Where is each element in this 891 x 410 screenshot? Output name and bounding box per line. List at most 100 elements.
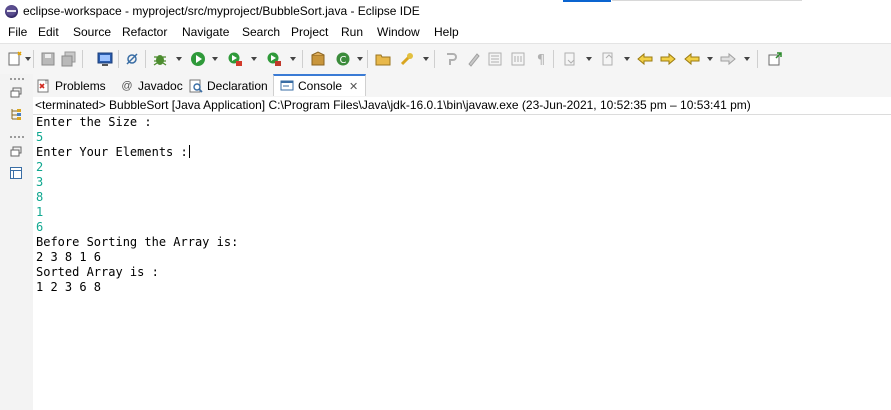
text-caret [188,145,190,158]
outline-view-icon[interactable] [9,166,23,180]
menu-refactor[interactable]: Refactor [122,25,167,39]
toolbar-separator [145,50,146,68]
skip-breakpoints-icon[interactable] [124,51,140,67]
console-input-line: 8 [36,190,44,204]
menu-help[interactable]: Help [434,25,459,39]
drag-handle[interactable] [10,78,24,80]
forward-icon[interactable] [720,51,736,67]
svg-text:C: C [340,55,347,66]
pin-editor-icon[interactable] [767,51,783,67]
forward-dropdown-icon[interactable] [744,57,750,61]
minimized-views-strip [0,74,34,410]
menu-search[interactable]: Search [242,25,280,39]
debug-dropdown-icon[interactable] [176,57,182,61]
drag-handle[interactable] [10,136,24,138]
highlight-icon[interactable] [466,51,482,67]
console-line: Enter the Size : [36,115,152,129]
process-status-text: <terminated> BubbleSort [Java Applicatio… [35,98,751,112]
svg-text:¶: ¶ [537,53,545,67]
toolbar-separator [118,50,119,68]
new-icon[interactable] [7,51,23,67]
external-tools-dropdown-icon[interactable] [290,57,296,61]
console-input-line: 6 [36,220,44,234]
console-input-line: 3 [36,175,44,189]
console-line: 1 2 3 6 8 [36,280,102,294]
console-icon [280,80,294,91]
tab-problems[interactable]: Problems [37,74,106,97]
toolbar-separator [553,50,554,68]
show-whitespace-icon[interactable] [510,51,526,67]
title-bar: eclipse-workspace - myproject/src/myproj… [0,0,891,22]
at-icon: @ [121,79,133,92]
menu-project[interactable]: Project [291,25,328,39]
console-line: Before Sorting the Array is: [36,235,239,249]
toolbar-separator [33,50,34,68]
new-class-dropdown-icon[interactable] [357,57,363,61]
restore-icon[interactable] [9,86,23,100]
eclipse-logo-icon [5,5,18,18]
tab-javadoc-label: Javadoc [138,78,183,93]
pilcrow-icon[interactable]: ¶ [533,51,549,67]
prev-annotation-icon[interactable] [600,51,616,67]
external-tools-icon[interactable] [266,51,282,67]
menu-bar: File Edit Source Refactor Navigate Searc… [0,22,891,43]
restore-icon[interactable] [9,145,23,159]
save-all-icon[interactable] [61,51,77,67]
coverage-dropdown-icon[interactable] [251,57,257,61]
window-chrome-line [612,0,802,1]
package-explorer-icon[interactable] [9,107,23,121]
debug-icon[interactable] [152,51,168,67]
menu-window[interactable]: Window [377,25,420,39]
console-line: Enter Your Elements : [36,145,190,160]
run-dropdown-icon[interactable] [212,57,218,61]
views-tab-bar: Problems @ Javadoc Declaration Console ✕ [33,74,891,98]
console-input-line: 1 [36,205,44,219]
tab-declaration[interactable]: Declaration [189,74,268,97]
search-dropdown-icon[interactable] [423,57,429,61]
toolbar-separator [434,50,435,68]
console-input-line: 5 [36,130,44,144]
prev-annotation-dropdown-icon[interactable] [624,57,630,61]
menu-source[interactable]: Source [73,25,111,39]
window-chrome-accent [563,0,611,2]
toolbar-separator [757,50,758,68]
toolbar-separator [302,50,303,68]
toolbar-separator [82,50,83,68]
menu-file[interactable]: File [8,25,27,39]
problems-icon [37,79,49,92]
next-annotation-dropdown-icon[interactable] [586,57,592,61]
run-icon[interactable] [190,51,206,67]
annotation-icon[interactable] [443,51,459,67]
console-status: <terminated> BubbleSort [Java Applicatio… [33,97,891,115]
console-line: Sorted Array is : [36,265,159,279]
close-icon[interactable]: ✕ [349,80,358,93]
next-annotation-icon[interactable] [562,51,578,67]
last-edit-icon[interactable] [637,51,653,67]
declaration-icon [189,79,203,93]
terminal-icon[interactable] [97,51,113,67]
tab-javadoc[interactable]: @ Javadoc [120,74,183,97]
menu-navigate[interactable]: Navigate [182,25,229,39]
open-type-icon[interactable] [375,51,391,67]
console-line-text: Enter Your Elements : [36,145,188,159]
tab-console[interactable]: Console ✕ [273,74,366,96]
main-toolbar: C ¶ [0,43,891,75]
new-dropdown-icon[interactable] [25,57,31,61]
last-edit-forward-icon[interactable] [660,51,676,67]
tab-declaration-label: Declaration [207,78,268,93]
console-line: 2 3 8 1 6 [36,250,102,264]
tab-problems-label: Problems [55,78,106,93]
search-icon[interactable] [399,51,415,67]
console-input-line: 2 [36,160,44,174]
new-class-icon[interactable]: C [335,51,351,67]
save-icon[interactable] [40,51,56,67]
back-dropdown-icon[interactable] [707,57,713,61]
back-icon[interactable] [684,51,700,67]
menu-edit[interactable]: Edit [38,25,59,39]
menu-run[interactable]: Run [341,25,363,39]
console-output[interactable]: Enter the Size : 5 Enter Your Elements :… [33,115,891,410]
block-selection-icon[interactable] [487,51,503,67]
new-package-icon[interactable] [310,51,326,67]
coverage-icon[interactable] [227,51,243,67]
window-title: eclipse-workspace - myproject/src/myproj… [23,4,420,18]
